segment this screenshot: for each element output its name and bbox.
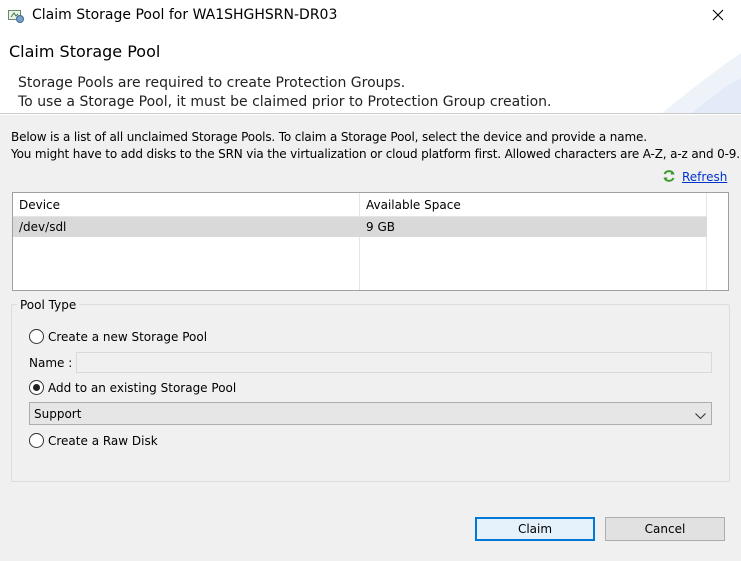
grid-header: Device Available Space	[13, 193, 707, 217]
cell-available-space: 9 GB	[366, 220, 395, 234]
dialog-header: Claim Storage Pool Storage Pools are req…	[0, 33, 741, 114]
table-row[interactable]: /dev/sdl 9 GB	[13, 217, 707, 237]
refresh-icon	[662, 169, 676, 186]
header-description-line2: To use a Storage Pool, it must be claime…	[18, 94, 552, 110]
storage-app-icon	[8, 9, 24, 23]
header-description-line1: Storage Pools are required to create Pro…	[18, 75, 406, 91]
header-description: Storage Pools are required to create Pro…	[18, 74, 551, 112]
refresh-label[interactable]: Refresh	[682, 170, 727, 184]
window-title: Claim Storage Pool for WA1SHGHSRN-DR03	[32, 7, 338, 23]
title-bar: Claim Storage Pool for WA1SHGHSRN-DR03	[0, 0, 741, 33]
radio-create-raw-disk[interactable]	[29, 433, 44, 448]
chevron-down-icon	[695, 409, 706, 423]
instructions-line2: You might have to add disks to the SRN v…	[11, 147, 740, 161]
pool-name-input[interactable]	[76, 352, 712, 373]
header-title: Claim Storage Pool	[9, 42, 161, 61]
column-header-device[interactable]: Device	[19, 198, 60, 212]
refresh-link[interactable]: Refresh	[662, 169, 727, 185]
existing-pool-select[interactable]: Support	[29, 402, 712, 425]
radio-label-create-new-pool[interactable]: Create a new Storage Pool	[48, 330, 207, 344]
instructions: Below is a list of all unclaimed Storage…	[11, 129, 740, 163]
dialog-body: Below is a list of all unclaimed Storage…	[0, 115, 741, 561]
storage-pool-grid[interactable]: Device Available Space /dev/sdl 9 GB	[12, 192, 729, 291]
claim-button[interactable]: Claim	[475, 517, 595, 541]
column-header-available-space[interactable]: Available Space	[366, 198, 461, 212]
header-decoration	[662, 53, 741, 113]
cell-device: /dev/sdl	[19, 220, 67, 234]
radio-add-existing-pool[interactable]	[29, 380, 44, 395]
close-icon	[712, 9, 724, 24]
cancel-button[interactable]: Cancel	[605, 517, 725, 541]
instructions-line1: Below is a list of all unclaimed Storage…	[11, 130, 647, 144]
existing-pool-value: Support	[34, 407, 82, 421]
pool-type-label: Pool Type	[17, 298, 80, 312]
radio-label-create-raw-disk[interactable]: Create a Raw Disk	[48, 434, 158, 448]
name-label: Name :	[29, 356, 73, 370]
radio-label-add-existing-pool[interactable]: Add to an existing Storage Pool	[48, 381, 236, 395]
close-button[interactable]	[695, 0, 741, 33]
radio-create-new-pool[interactable]	[29, 329, 44, 344]
